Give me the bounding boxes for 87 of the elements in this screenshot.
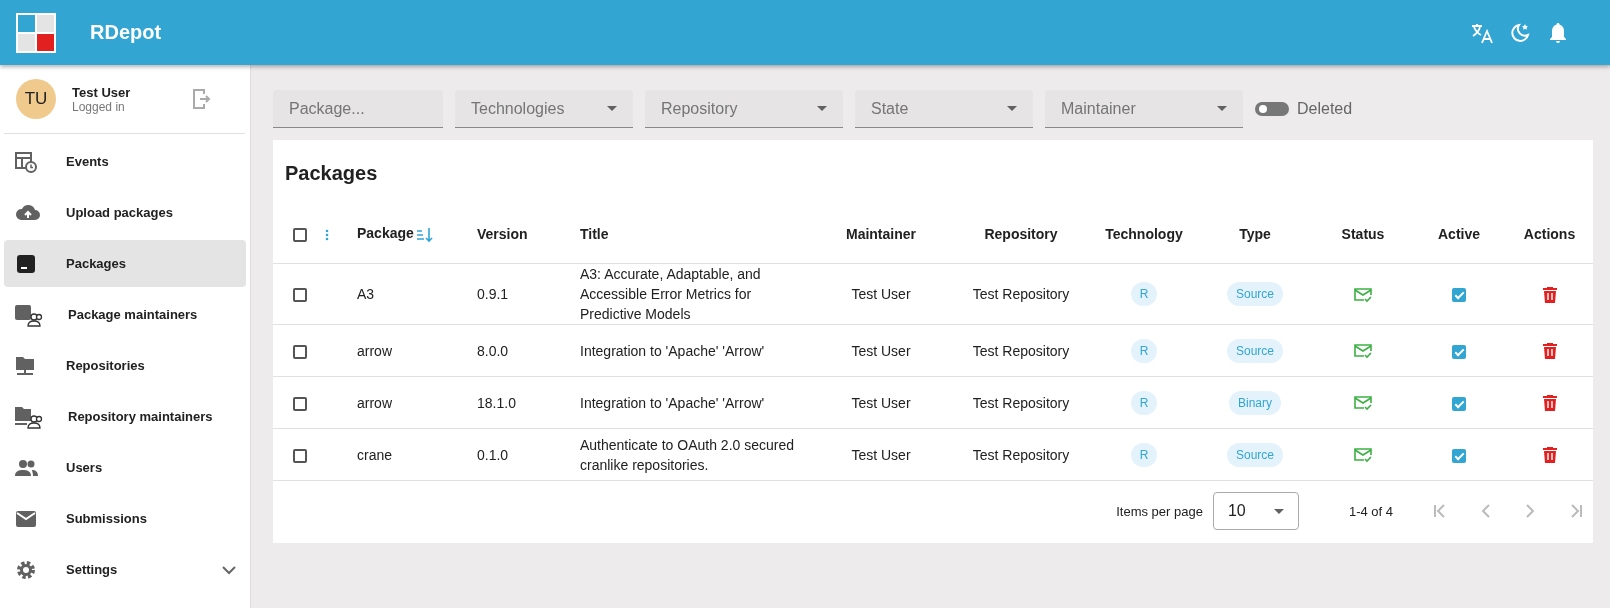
column-header[interactable]: Package bbox=[357, 225, 414, 242]
filter-dropdown[interactable]: State bbox=[855, 90, 1033, 128]
table-cell: arrow bbox=[357, 324, 477, 377]
user-avatar: TU bbox=[16, 79, 56, 119]
type-chip: Source bbox=[1227, 442, 1283, 467]
package-search-field[interactable]: Package... bbox=[273, 90, 443, 128]
sidebar-item[interactable]: Repository maintainers bbox=[4, 393, 246, 440]
table-cell: arrow bbox=[357, 376, 477, 429]
column-header[interactable]: Version bbox=[477, 226, 528, 242]
sidebar-item[interactable]: Settings bbox=[4, 546, 246, 593]
table-cell: Test User bbox=[812, 376, 950, 429]
sidebar-item[interactable]: Packages bbox=[4, 240, 246, 287]
package-maintainers-icon bbox=[14, 302, 44, 327]
technology-chip: R bbox=[1130, 282, 1158, 306]
column-header[interactable]: Actions bbox=[1523, 226, 1576, 242]
page-range: 1-4 of 4 bbox=[1348, 503, 1393, 519]
type-chip: Source bbox=[1227, 282, 1283, 306]
technology-chip: R bbox=[1130, 390, 1158, 415]
deleted-toggle[interactable] bbox=[1255, 102, 1289, 116]
dropdown-caret-icon bbox=[817, 106, 827, 111]
table-cell: Test Repository bbox=[950, 376, 1092, 429]
technology-chip: R bbox=[1130, 442, 1158, 467]
delete-icon[interactable] bbox=[1542, 343, 1557, 360]
table-cell: A3: Accurate, Adaptable, and Accessible Error Metrics for Predictive Models bbox=[580, 263, 812, 325]
table-cell: A3 bbox=[357, 263, 477, 325]
sidebar-item[interactable]: Repositories bbox=[4, 342, 246, 389]
delete-icon[interactable] bbox=[1542, 286, 1557, 303]
app-title: RDepot bbox=[90, 21, 162, 44]
table-cell: 8.0.0 bbox=[477, 324, 580, 377]
sidebar-item[interactable]: Users bbox=[4, 444, 246, 491]
table-cell: Integration to 'Apache' 'Arrow' bbox=[580, 376, 812, 429]
row-checkbox[interactable] bbox=[293, 448, 307, 463]
table-cell: Test User bbox=[812, 428, 950, 480]
toggle-label: Deleted bbox=[1297, 100, 1353, 118]
column-header[interactable]: Maintainer bbox=[846, 226, 916, 242]
row-checkbox[interactable] bbox=[293, 396, 307, 411]
type-chip: Source bbox=[1227, 338, 1283, 363]
sidebar-item[interactable]: Submissions bbox=[4, 495, 246, 542]
table-cell: Test User bbox=[812, 324, 950, 377]
table-cell: Integration to 'Apache' 'Arrow' bbox=[580, 324, 812, 377]
sort-icon[interactable] bbox=[415, 226, 434, 243]
column-header[interactable]: Status bbox=[1341, 226, 1385, 242]
sidebar-item[interactable]: Upload packages bbox=[4, 189, 246, 236]
user-status: Logged in bbox=[72, 99, 126, 114]
dropdown-caret-icon bbox=[1273, 508, 1284, 514]
row-checkbox[interactable] bbox=[293, 344, 307, 359]
type-chip: Binary bbox=[1229, 390, 1281, 415]
table-cell: 0.1.0 bbox=[477, 428, 580, 480]
column-header[interactable]: Technology bbox=[1105, 226, 1183, 242]
select-all-checkbox[interactable] bbox=[293, 228, 307, 243]
dropdown-caret-icon bbox=[1217, 106, 1227, 111]
column-header[interactable]: Type bbox=[1239, 226, 1271, 242]
column-header[interactable]: Title bbox=[580, 226, 609, 242]
column-header[interactable]: Active bbox=[1438, 226, 1480, 242]
column-menu-icon[interactable] bbox=[324, 229, 329, 242]
table-cell: 18.1.0 bbox=[477, 376, 580, 429]
table-cell: Authenticate to OAuth 2.0 secured cranlike repositories. bbox=[580, 428, 812, 480]
table-cell: Test User bbox=[812, 263, 950, 325]
card-title: Packages bbox=[284, 161, 379, 186]
table-cell: Test Repository bbox=[950, 263, 1092, 325]
dropdown-caret-icon bbox=[607, 106, 617, 111]
column-header[interactable]: Repository bbox=[984, 226, 1058, 242]
user-name: Test User bbox=[72, 84, 131, 100]
active-checkbox[interactable] bbox=[1452, 344, 1466, 359]
items-per-page-label: Items per page bbox=[1116, 503, 1203, 519]
filter-dropdown[interactable]: Repository bbox=[645, 90, 843, 128]
page-size-select[interactable]: 10 bbox=[1212, 492, 1299, 530]
table-cell: Test Repository bbox=[950, 324, 1092, 377]
table-cell: 0.9.1 bbox=[477, 263, 580, 325]
active-checkbox[interactable] bbox=[1452, 448, 1466, 463]
chevron-icon[interactable] bbox=[222, 564, 236, 575]
repository-maintainers-icon bbox=[14, 404, 44, 429]
filter-dropdown[interactable]: Technologies bbox=[455, 90, 633, 128]
dropdown-caret-icon bbox=[1007, 106, 1017, 111]
row-checkbox[interactable] bbox=[293, 288, 307, 303]
logout-icon[interactable] bbox=[191, 87, 213, 111]
delete-icon[interactable] bbox=[1542, 447, 1557, 464]
table-cell: Test Repository bbox=[950, 428, 1092, 480]
active-checkbox[interactable] bbox=[1452, 396, 1466, 411]
technology-chip: R bbox=[1130, 338, 1158, 363]
logo-icon bbox=[16, 12, 56, 53]
table-cell: crane bbox=[357, 428, 477, 480]
sidebar-item[interactable]: Package maintainers bbox=[4, 291, 246, 338]
active-checkbox[interactable] bbox=[1452, 288, 1466, 303]
delete-icon[interactable] bbox=[1542, 395, 1557, 412]
sidebar-item[interactable]: Events bbox=[4, 138, 246, 185]
filter-dropdown[interactable]: Maintainer bbox=[1045, 90, 1243, 128]
